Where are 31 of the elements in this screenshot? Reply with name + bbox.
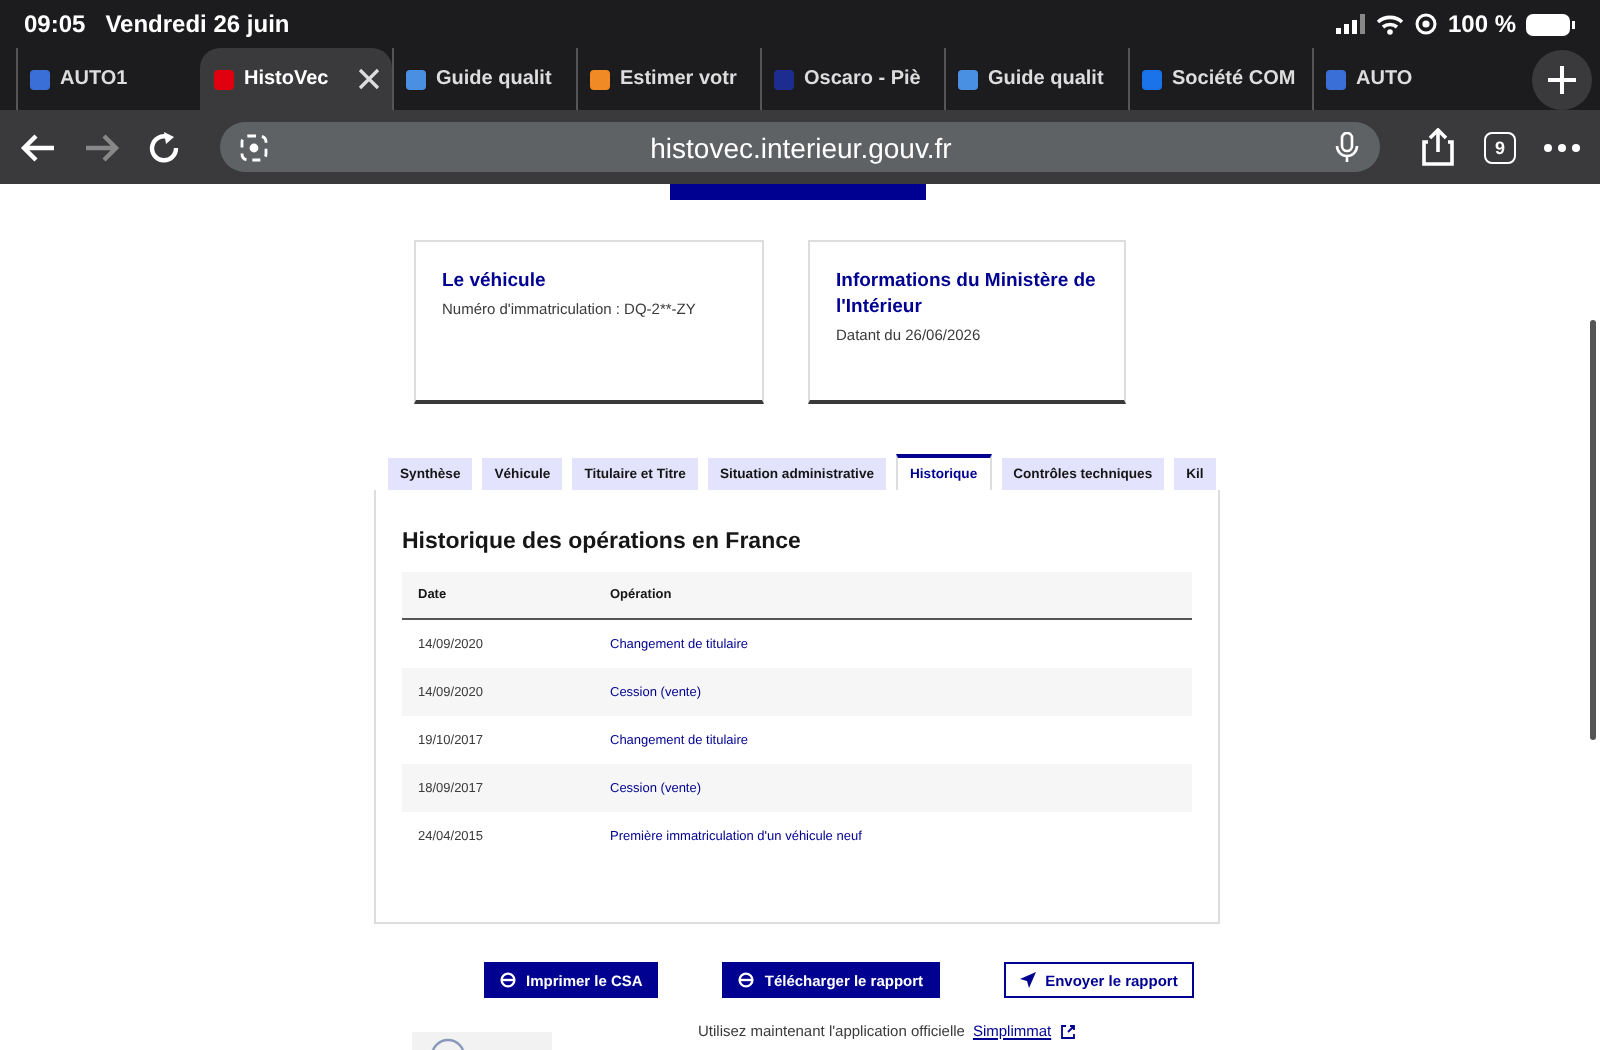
address-bar[interactable]: histovec.interieur.gouv.fr xyxy=(220,122,1380,172)
plus-icon xyxy=(1548,65,1576,93)
microphone-icon xyxy=(1334,132,1360,162)
share-button[interactable] xyxy=(1420,128,1456,166)
new-tab-button[interactable] xyxy=(1532,49,1592,109)
reload-icon xyxy=(148,131,180,163)
external-link-icon xyxy=(1059,1023,1076,1039)
lens-icon xyxy=(240,133,268,161)
more-button[interactable] xyxy=(1544,143,1580,151)
battery-icon xyxy=(1526,13,1576,35)
browser-tab[interactable]: HistoVec xyxy=(200,48,392,110)
rotation-lock-icon xyxy=(1413,12,1438,36)
tab-count-button[interactable]: 9 xyxy=(1484,131,1516,163)
back-button[interactable] xyxy=(20,131,56,163)
clock: 09:05 xyxy=(24,10,86,38)
card-title: Le véhicule xyxy=(442,268,548,294)
signal-icon xyxy=(1335,14,1366,34)
wifi-icon xyxy=(1375,13,1404,35)
forward-arrow-icon xyxy=(84,131,120,163)
logo-drawing xyxy=(412,1032,552,1050)
card-title: Informations du Ministère de l'Intérieur xyxy=(836,268,1098,320)
close-icon xyxy=(358,68,380,90)
section-title: Historique des opérations en France xyxy=(402,530,803,554)
back-arrow-icon xyxy=(20,131,56,163)
battery-percentage: 100 % xyxy=(1447,10,1516,38)
more-icon xyxy=(1544,143,1580,151)
share-icon xyxy=(1420,128,1456,166)
reload-button[interactable] xyxy=(148,131,180,163)
forward-button[interactable] xyxy=(84,131,120,163)
send-icon xyxy=(1019,972,1036,988)
date: Vendredi 26 juin xyxy=(105,10,290,38)
